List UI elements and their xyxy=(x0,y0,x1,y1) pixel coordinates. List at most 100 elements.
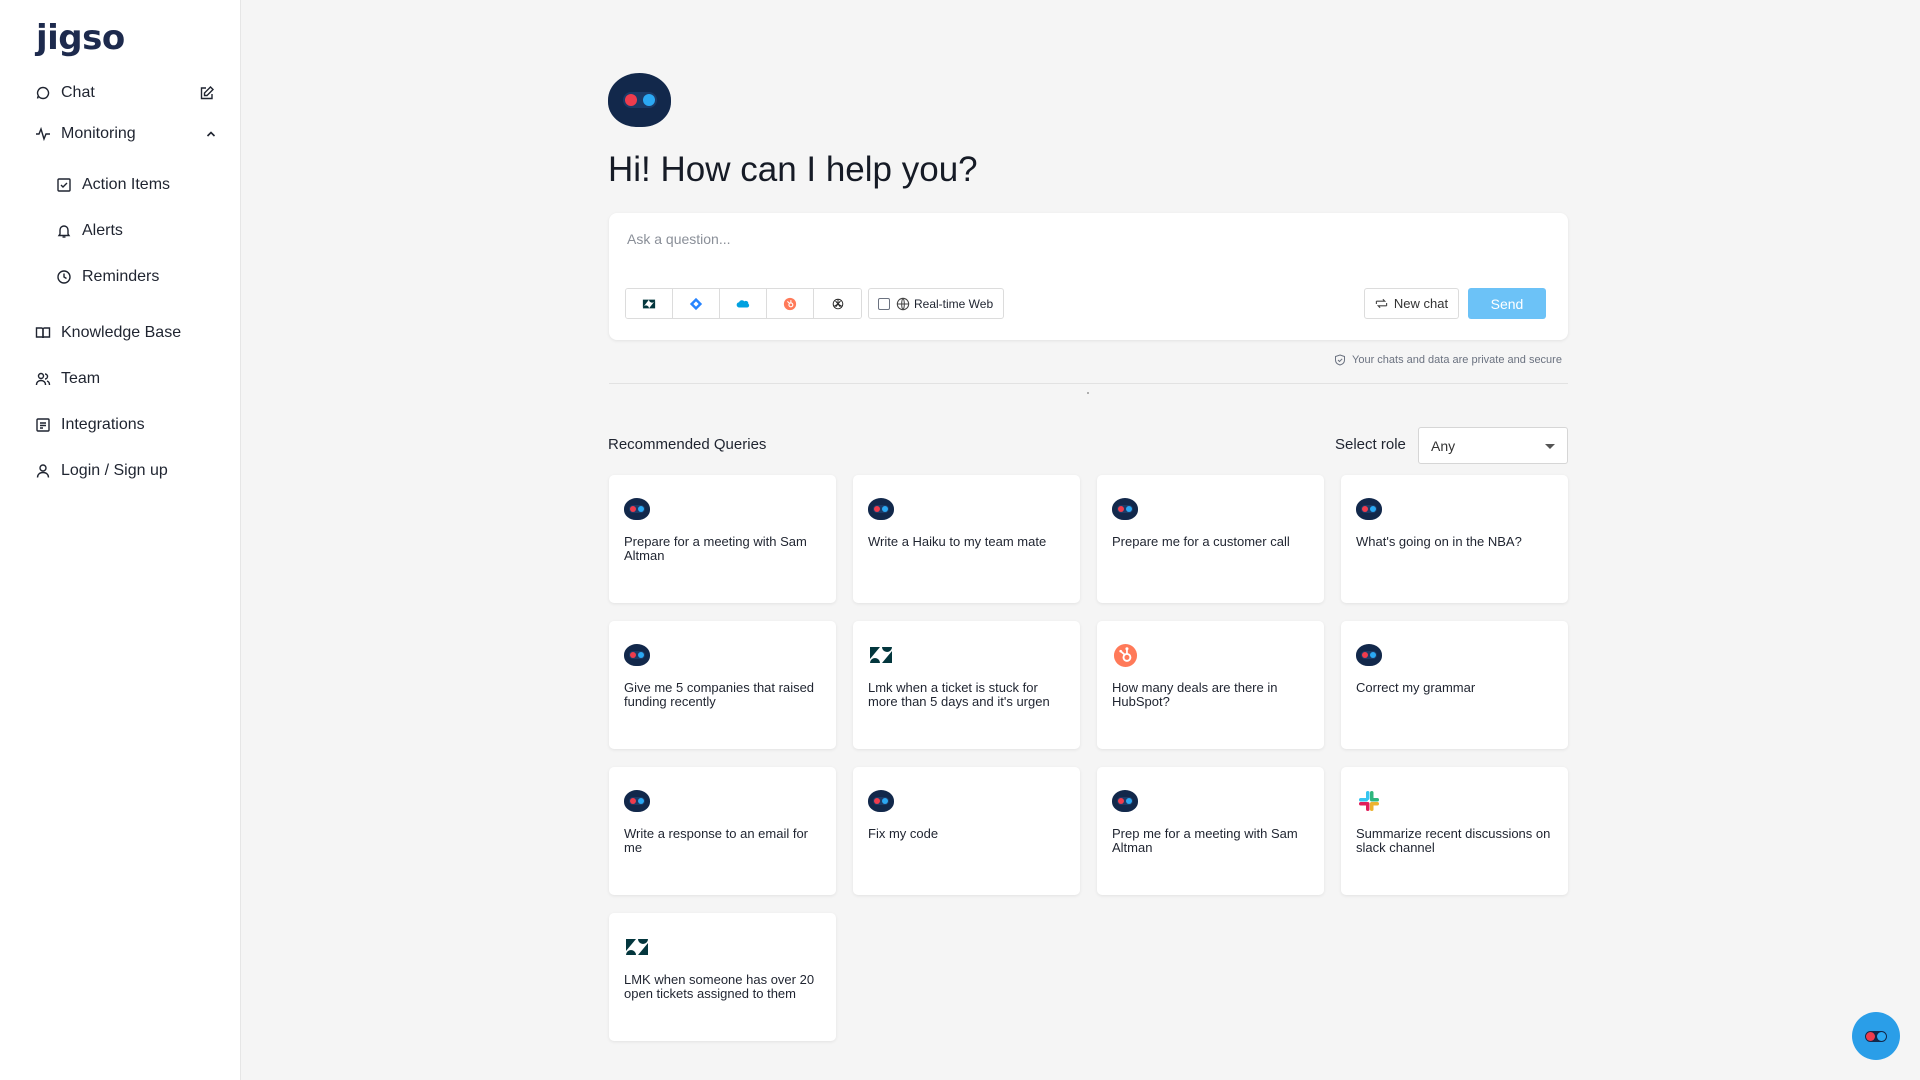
query-card-text: What's going on in the NBA? xyxy=(1356,534,1522,549)
activity-icon xyxy=(34,125,52,143)
salesforce-tool-button[interactable] xyxy=(720,289,767,318)
sidebar-item-knowledge-base[interactable]: Knowledge Base xyxy=(34,321,181,345)
query-card[interactable]: Prepare for a meeting with Sam Altman xyxy=(609,475,836,603)
send-button[interactable]: Send xyxy=(1468,288,1546,319)
realtime-web-label: Real-time Web xyxy=(914,296,994,311)
zendesk-icon xyxy=(624,936,650,958)
sidebar-item-label: Reminders xyxy=(82,268,160,285)
sidebar-item-integrations[interactable]: Integrations xyxy=(34,413,145,437)
jigso-bot-avatar xyxy=(608,73,671,127)
privacy-text: Your chats and data are private and secu… xyxy=(1352,354,1562,366)
query-card-text: How many deals are there in HubSpot? xyxy=(1112,680,1278,709)
role-select[interactable]: Any xyxy=(1418,427,1568,464)
query-card[interactable]: Correct my grammar xyxy=(1341,621,1568,749)
sidebar-item-label: Action Items xyxy=(82,176,171,193)
query-card-text: Lmk when a ticket is stuck for more than… xyxy=(868,680,1050,709)
jira-icon xyxy=(689,297,703,310)
query-card-text: Prep me for a meeting with Sam Altman xyxy=(1112,826,1298,855)
sidebar-item-action-items[interactable]: Action Items xyxy=(55,173,170,197)
sidebar-item-login[interactable]: Login / Sign up xyxy=(34,459,168,483)
clock-icon xyxy=(55,268,73,286)
chat-bubble-icon xyxy=(34,84,52,102)
query-card[interactable]: Write a Haiku to my team mate xyxy=(853,475,1080,603)
sidebar-item-alerts[interactable]: Alerts xyxy=(55,219,123,243)
jigso-bot-icon xyxy=(624,498,650,520)
realtime-web-toggle[interactable]: Real-time Web xyxy=(868,288,1004,319)
query-card[interactable]: Summarize recent discussions on slack ch… xyxy=(1341,767,1568,895)
jigso-bot-icon xyxy=(1865,1030,1887,1042)
privacy-note: Your chats and data are private and secu… xyxy=(1334,354,1562,366)
query-card[interactable]: Fix my code xyxy=(853,767,1080,895)
query-card[interactable]: What's going on in the NBA? xyxy=(1341,475,1568,603)
user-icon xyxy=(34,462,52,480)
query-card-text: Correct my grammar xyxy=(1356,680,1476,695)
slack-icon xyxy=(1356,790,1382,812)
query-card-text: Give me 5 companies that raised funding … xyxy=(624,680,815,709)
query-card-text: LMK when someone has over 20 open ticket… xyxy=(624,972,815,1001)
jigso-bot-icon xyxy=(624,790,650,812)
divider xyxy=(609,383,1568,384)
sidebar-item-label: Integrations xyxy=(61,416,145,433)
query-card[interactable]: Prep me for a meeting with Sam Altman xyxy=(1097,767,1324,895)
query-card-text: Write a Haiku to my team mate xyxy=(868,534,1047,549)
query-card-text: Write a response to an email for me xyxy=(624,826,809,855)
query-card[interactable]: Prepare me for a customer call xyxy=(1097,475,1324,603)
jigso-bot-icon xyxy=(868,790,894,812)
select-role-label: Select role xyxy=(1335,436,1406,453)
jigso-bot-icon xyxy=(1356,498,1382,520)
sidebar-item-team[interactable]: Team xyxy=(34,367,100,391)
chat-composer: Real-time Web New chat Send xyxy=(609,213,1568,340)
sidebar-item-label: Knowledge Base xyxy=(61,324,182,341)
query-card[interactable]: How many deals are there in HubSpot? xyxy=(1097,621,1324,749)
assistant-chat-fab[interactable] xyxy=(1852,1012,1900,1060)
sidebar-item-reminders[interactable]: Reminders xyxy=(55,265,159,289)
caret-down-icon xyxy=(1545,444,1555,449)
new-chat-edit-icon[interactable] xyxy=(198,84,216,102)
hubspot-icon xyxy=(1112,643,1138,667)
salesforce-icon xyxy=(736,299,750,308)
query-card[interactable]: Write a response to an email for me xyxy=(609,767,836,895)
sidebar-item-label: Alerts xyxy=(82,222,123,239)
divider-dot xyxy=(1087,392,1089,394)
hubspot-icon xyxy=(783,297,797,310)
jigso-bot-icon xyxy=(1112,790,1138,812)
sidebar-item-label: Chat xyxy=(61,84,95,101)
query-card-text: Fix my code xyxy=(868,826,939,841)
shield-check-icon xyxy=(1335,354,1345,366)
new-chat-button[interactable]: New chat xyxy=(1364,288,1459,319)
jigso-logo[interactable]: jigso xyxy=(36,18,125,58)
zendesk-icon xyxy=(868,644,894,666)
jira-tool-button[interactable] xyxy=(673,289,720,318)
new-chat-icon xyxy=(1375,298,1388,309)
openai-tool-button[interactable] xyxy=(814,289,861,318)
bell-icon xyxy=(55,222,73,240)
new-chat-label: New chat xyxy=(1393,296,1449,311)
sidebar: jigso Chat Monitoring Action Items Alert… xyxy=(0,0,241,1080)
realtime-web-checkbox[interactable] xyxy=(878,297,890,310)
hubspot-tool-button[interactable] xyxy=(767,289,814,318)
sidebar-item-label: Monitoring xyxy=(61,125,136,142)
role-select-value: Any xyxy=(1431,437,1456,454)
query-card-text: Prepare me for a customer call xyxy=(1112,534,1290,549)
openai-icon xyxy=(832,298,843,309)
question-input[interactable] xyxy=(627,231,1527,247)
globe-icon xyxy=(896,297,910,310)
jigso-bot-icon xyxy=(1356,644,1382,666)
sidebar-item-chat[interactable]: Chat xyxy=(34,81,95,105)
query-card-text: Summarize recent discussions on slack ch… xyxy=(1356,826,1551,855)
page-title: Hi! How can I help you? xyxy=(608,150,978,189)
jigso-bot-icon xyxy=(868,498,894,520)
query-card-text: Prepare for a meeting with Sam Altman xyxy=(624,534,807,563)
sidebar-item-label: Login / Sign up xyxy=(61,462,168,479)
checkbox-icon xyxy=(55,176,73,194)
zendesk-icon xyxy=(642,299,656,308)
jigso-bot-icon xyxy=(1112,498,1138,520)
query-card[interactable]: Lmk when a ticket is stuck for more than… xyxy=(853,621,1080,749)
integrations-icon xyxy=(34,416,52,434)
zendesk-tool-button[interactable] xyxy=(626,289,673,318)
integration-toolbar xyxy=(625,288,862,319)
sidebar-item-monitoring[interactable]: Monitoring xyxy=(34,122,136,146)
query-card[interactable]: LMK when someone has over 20 open ticket… xyxy=(609,913,836,1041)
query-card[interactable]: Give me 5 companies that raised funding … xyxy=(609,621,836,749)
chevron-up-icon[interactable] xyxy=(202,125,220,143)
